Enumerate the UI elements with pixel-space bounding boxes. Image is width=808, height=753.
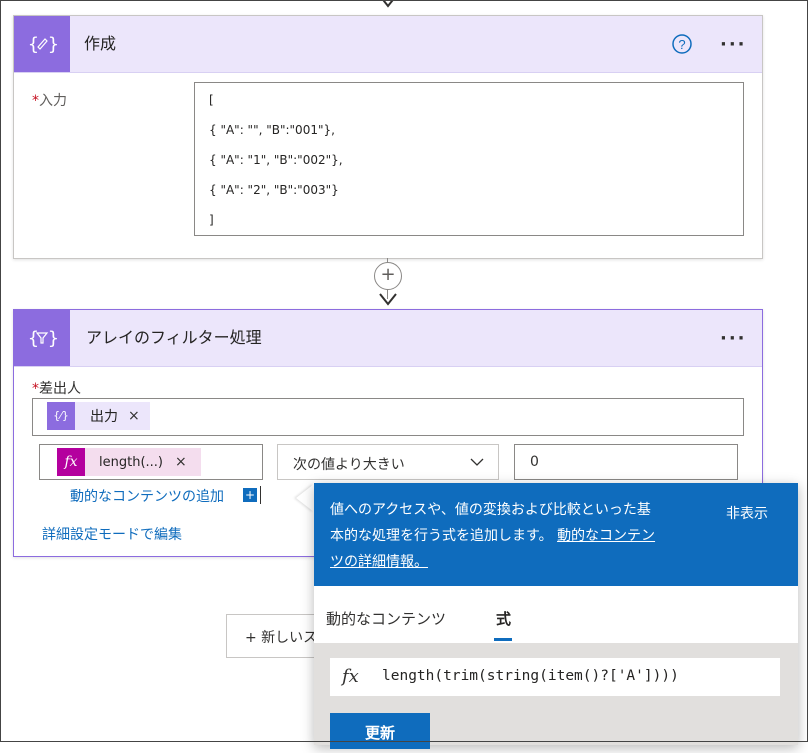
popup-description: 値へのアクセスや、値の変換および比較といった基 本的な処理を行う式を追加します。…	[330, 502, 656, 570]
condition-token-label: length(...)	[99, 454, 163, 470]
filter-more-icon[interactable]: ···	[720, 328, 747, 349]
compose-title: 作成	[84, 34, 117, 53]
add-dynamic-content-link[interactable]: 動的なコンテンツの追加	[70, 486, 224, 506]
filter-header[interactable]: { } アレイのフィルター処理 ···	[14, 310, 762, 367]
help-icon[interactable]: ?	[672, 34, 692, 54]
connector-arrow-icon	[379, 293, 397, 306]
new-step-label: + 新しいス	[245, 630, 318, 646]
add-dynamic-plus-icon[interactable]: +	[243, 488, 257, 502]
expression-area: fx length(trim(string(item()?['A']))) 更新	[314, 643, 798, 749]
popup-header: 値へのアクセスや、値の変換および比較といった基 本的な処理を行う式を追加します。…	[314, 483, 798, 586]
condition-value-field[interactable]: 0	[514, 444, 738, 480]
expression-text: length(trim(string(item()?['A'])))	[382, 668, 679, 684]
insert-step-button[interactable]: +	[374, 262, 402, 290]
compose-header[interactable]: { } 作成 ? ···	[14, 16, 762, 73]
compose-input-label: *入力	[32, 93, 67, 109]
svg-text:{: {	[28, 328, 39, 349]
expression-input[interactable]: fx length(trim(string(item()?['A'])))	[330, 658, 780, 696]
text-cursor	[260, 486, 261, 504]
popup-tabs: 動的なコンテンツ 式	[314, 586, 798, 643]
hide-button[interactable]: 非表示	[726, 503, 768, 523]
from-token[interactable]: {⁄} 出力 ×	[47, 402, 150, 430]
input-line: ]	[209, 213, 214, 227]
input-line: [	[209, 93, 214, 107]
popup-pointer	[296, 484, 314, 512]
remove-token-icon[interactable]: ×	[128, 408, 140, 424]
compose-card: { } 作成 ? ··· *入力 [ { "A": "", "B":"001"}…	[13, 15, 763, 259]
compose-icon: { }	[14, 16, 70, 72]
compose-input-field[interactable]: [ { "A": "", "B":"001"}, { "A": "1", "B"…	[194, 82, 744, 236]
tab-active-indicator	[494, 638, 512, 641]
update-button[interactable]: 更新	[330, 713, 430, 749]
expression-popup: 値へのアクセスや、値の変換および比較といった基 本的な処理を行う式を追加します。…	[314, 483, 798, 749]
from-token-label: 出力	[90, 409, 118, 425]
chevron-down-icon	[470, 458, 484, 466]
tab-expression[interactable]: 式	[496, 608, 511, 629]
fx-icon: fx	[342, 666, 359, 687]
condition-left-field[interactable]: fx length(...) ×	[39, 444, 263, 480]
svg-text:}: }	[48, 328, 57, 349]
connector-arrow-icon	[381, 0, 395, 8]
condition-token[interactable]: fx length(...) ×	[57, 448, 201, 476]
svg-text:?: ?	[678, 37, 685, 52]
function-icon: fx	[57, 448, 85, 476]
remove-token-icon[interactable]: ×	[175, 454, 187, 470]
from-field[interactable]: {⁄} 出力 ×	[32, 398, 744, 436]
input-line: { "A": "2", "B":"003"}	[209, 183, 339, 197]
svg-text:}: }	[48, 34, 57, 55]
from-label: *差出人	[32, 381, 81, 397]
compose-more-icon[interactable]: ···	[720, 34, 747, 55]
filter-title: アレイのフィルター処理	[86, 328, 262, 347]
svg-text:{: {	[28, 34, 39, 55]
operator-value: 次の値より大きい	[293, 457, 405, 473]
advanced-mode-link[interactable]: 詳細設定モードで編集	[42, 524, 182, 544]
input-line: { "A": "1", "B":"002"},	[209, 153, 343, 167]
condition-value: 0	[530, 454, 539, 470]
operator-select[interactable]: 次の値より大きい	[277, 444, 499, 480]
input-line: { "A": "", "B":"001"},	[209, 123, 335, 137]
tab-dynamic-content[interactable]: 動的なコンテンツ	[326, 608, 446, 629]
token-expression-icon: {⁄}	[47, 402, 75, 430]
filter-icon: { }	[14, 310, 70, 366]
